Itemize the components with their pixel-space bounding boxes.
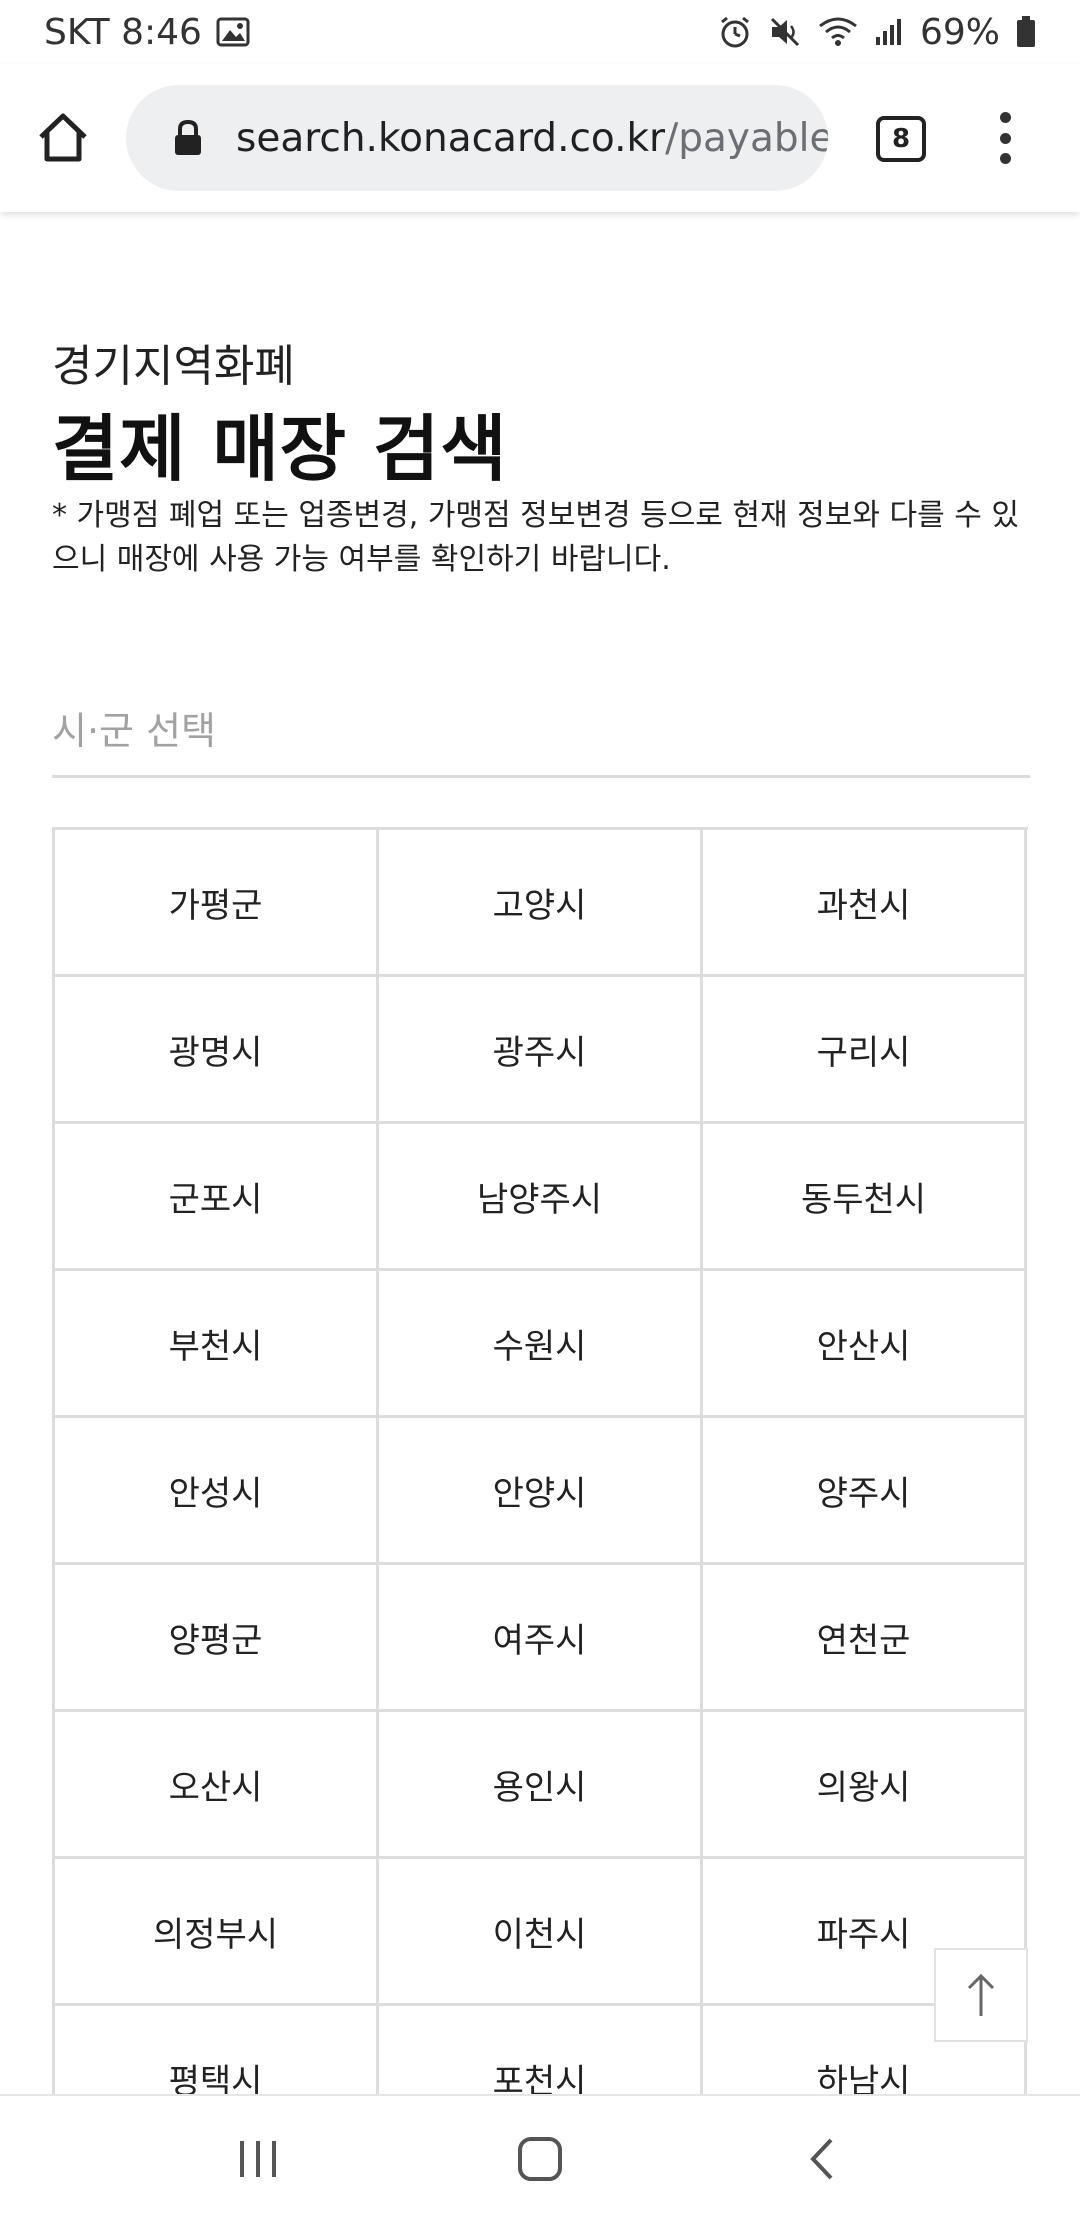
city-button[interactable]: 동두천시 bbox=[703, 1124, 1027, 1271]
city-button[interactable]: 의왕시 bbox=[703, 1712, 1027, 1859]
tab-switcher-button[interactable]: 8 bbox=[876, 116, 926, 162]
city-button[interactable]: 오산시 bbox=[55, 1712, 379, 1859]
city-button[interactable]: 안산시 bbox=[703, 1271, 1027, 1418]
city-button[interactable]: 남양주시 bbox=[379, 1124, 703, 1271]
more-dot-icon bbox=[999, 132, 1011, 144]
status-bar: SKT 8:46 69% bbox=[0, 0, 1080, 64]
home-square-icon bbox=[518, 2137, 562, 2181]
browser-toolbar: search.konacard.co.kr/payable 8 bbox=[0, 64, 1080, 212]
url-text: search.konacard.co.kr/payable bbox=[236, 116, 828, 161]
notice-text: * 가맹점 폐업 또는 업종변경, 가맹점 정보변경 등으로 현재 정보와 다를… bbox=[52, 498, 1019, 577]
recent-apps-icon bbox=[240, 2141, 276, 2177]
city-button[interactable]: 광명시 bbox=[55, 977, 379, 1124]
city-button[interactable]: 부천시 bbox=[55, 1271, 379, 1418]
city-button[interactable]: 수원시 bbox=[379, 1271, 703, 1418]
lock-icon bbox=[170, 118, 206, 158]
city-button[interactable]: 의정부시 bbox=[55, 1859, 379, 2006]
more-options-button[interactable] bbox=[990, 106, 1020, 170]
home-icon bbox=[39, 113, 87, 162]
arrow-up-icon bbox=[967, 1973, 995, 2016]
city-button[interactable]: 이천시 bbox=[379, 1859, 703, 2006]
url-host: search.konacard.co.kr bbox=[236, 115, 666, 161]
url-path: /payable bbox=[665, 115, 828, 161]
home-nav-button[interactable] bbox=[500, 2124, 580, 2194]
city-button[interactable]: 과천시 bbox=[703, 830, 1027, 977]
alarm-icon bbox=[718, 15, 752, 49]
gallery-icon bbox=[216, 17, 250, 47]
city-button[interactable]: 가평군 bbox=[55, 830, 379, 977]
signal-icon bbox=[874, 17, 904, 47]
battery-percent: 69% bbox=[919, 11, 1000, 53]
city-button[interactable]: 고양시 bbox=[379, 830, 703, 977]
city-button[interactable]: 광주시 bbox=[379, 977, 703, 1124]
wifi-icon bbox=[818, 16, 858, 48]
city-button[interactable]: 양주시 bbox=[703, 1418, 1027, 1565]
mute-icon bbox=[768, 15, 802, 49]
city-button[interactable]: 군포시 bbox=[55, 1124, 379, 1271]
city-button[interactable]: 연천군 bbox=[703, 1565, 1027, 1712]
city-button[interactable]: 여주시 bbox=[379, 1565, 703, 1712]
back-chevron-icon bbox=[810, 2138, 833, 2180]
system-nav-bar bbox=[0, 2094, 1080, 2220]
recent-apps-button[interactable] bbox=[218, 2124, 298, 2194]
region-label: 경기지역화폐 bbox=[52, 341, 295, 392]
address-bar[interactable]: search.konacard.co.kr/payable bbox=[126, 85, 828, 191]
city-button[interactable]: 양평군 bbox=[55, 1565, 379, 1712]
city-grid: 가평군 고양시 과천시 광명시 광주시 구리시 군포시 남양주시 동두천시 부천… bbox=[52, 827, 1028, 2153]
carrier-time: SKT 8:46 bbox=[44, 11, 202, 53]
page-title: 결제 매장 검색 bbox=[52, 407, 508, 491]
scroll-top-button[interactable] bbox=[934, 1948, 1028, 2042]
city-button[interactable]: 안양시 bbox=[379, 1418, 703, 1565]
city-button[interactable]: 용인시 bbox=[379, 1712, 703, 1859]
more-dot-icon bbox=[999, 153, 1011, 164]
home-button[interactable] bbox=[30, 104, 96, 170]
city-select[interactable]: 시·군 선택 bbox=[52, 700, 1030, 778]
back-button[interactable] bbox=[782, 2124, 862, 2194]
city-button[interactable]: 안성시 bbox=[55, 1418, 379, 1565]
city-button[interactable]: 구리시 bbox=[703, 977, 1027, 1124]
battery-icon bbox=[1016, 16, 1036, 48]
more-dot-icon bbox=[999, 112, 1011, 123]
